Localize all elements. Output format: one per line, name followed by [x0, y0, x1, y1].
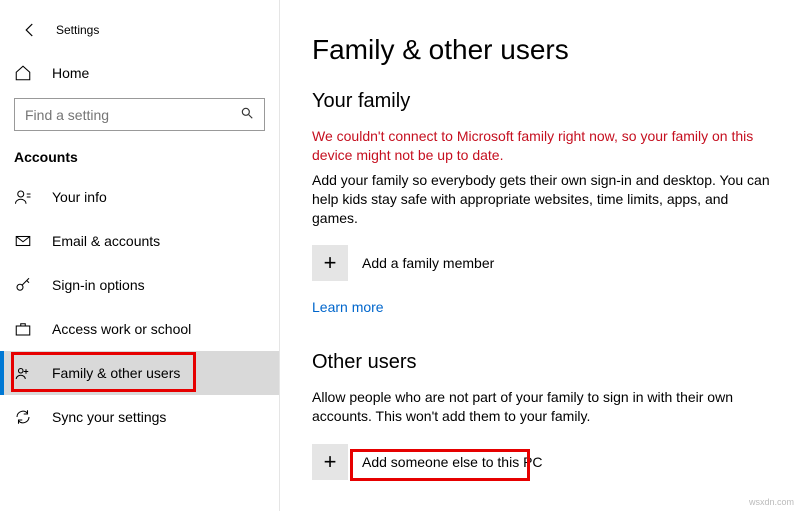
- people-icon: [14, 364, 32, 382]
- sidebar-section-label: Accounts: [0, 149, 279, 175]
- other-users-desc: Allow people who are not part of your fa…: [312, 388, 772, 426]
- plus-icon: +: [312, 245, 348, 281]
- watermark: wsxdn.com: [749, 497, 794, 507]
- sidebar-item-email-accounts[interactable]: Email & accounts: [0, 219, 279, 263]
- family-desc: Add your family so everybody gets their …: [312, 171, 772, 228]
- sidebar-item-your-info[interactable]: Your info: [0, 175, 279, 219]
- plus-icon: +: [312, 444, 348, 480]
- learn-more-link[interactable]: Learn more: [312, 299, 384, 315]
- sidebar-item-label: Sign-in options: [52, 277, 145, 293]
- family-error-text: We couldn't connect to Microsoft family …: [312, 127, 772, 165]
- add-other-label: Add someone else to this PC: [362, 454, 543, 470]
- content-pane: Family & other users Your family We coul…: [280, 0, 800, 511]
- family-heading: Your family: [312, 90, 772, 113]
- sidebar-item-sync-settings[interactable]: Sync your settings: [0, 395, 279, 439]
- briefcase-icon: [14, 320, 32, 338]
- sidebar-item-signin-options[interactable]: Sign-in options: [0, 263, 279, 307]
- mail-icon: [14, 232, 32, 250]
- person-icon: [14, 188, 32, 206]
- add-other-user-button[interactable]: + Add someone else to this PC: [312, 444, 772, 480]
- nav-home[interactable]: Home: [0, 54, 279, 92]
- sidebar-item-access-work-school[interactable]: Access work or school: [0, 307, 279, 351]
- search-input-wrap[interactable]: [14, 98, 265, 131]
- home-icon: [14, 64, 32, 82]
- sidebar-item-label: Family & other users: [52, 365, 180, 381]
- sidebar-item-family-other-users[interactable]: Family & other users: [0, 351, 279, 395]
- sidebar-item-label: Your info: [52, 189, 107, 205]
- sidebar: Settings Home Accounts Your info E: [0, 0, 280, 511]
- back-button[interactable]: [14, 14, 46, 46]
- add-family-label: Add a family member: [362, 255, 494, 271]
- page-title: Family & other users: [312, 34, 772, 66]
- other-users-heading: Other users: [312, 351, 772, 374]
- sidebar-item-label: Access work or school: [52, 321, 191, 337]
- sync-icon: [14, 408, 32, 426]
- add-family-member-button[interactable]: + Add a family member: [312, 245, 772, 281]
- search-icon: [240, 106, 254, 123]
- nav-home-label: Home: [52, 65, 89, 81]
- search-input[interactable]: [25, 107, 225, 123]
- sidebar-item-label: Sync your settings: [52, 409, 166, 425]
- app-title: Settings: [56, 23, 99, 37]
- sidebar-item-label: Email & accounts: [52, 233, 160, 249]
- key-icon: [14, 276, 32, 294]
